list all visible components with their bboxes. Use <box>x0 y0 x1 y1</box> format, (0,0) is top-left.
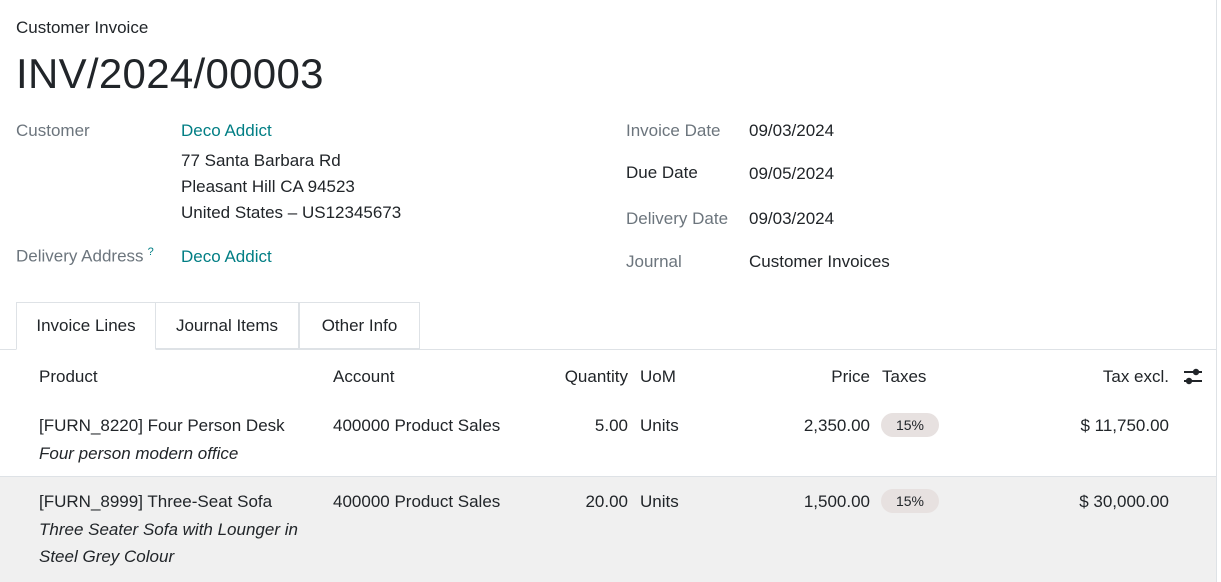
row1-price[interactable]: 2,350.00 <box>770 416 870 436</box>
column-header-price[interactable]: Price <box>770 367 870 387</box>
row1-uom[interactable]: Units <box>640 416 679 436</box>
delivery-date-label: Delivery Date <box>626 209 729 228</box>
delivery-address-label-text: Delivery Address <box>16 246 144 266</box>
due-date-field[interactable]: 09/05/2024 <box>749 164 834 184</box>
row2-account[interactable]: 400000 Product Sales <box>333 492 500 512</box>
row1-subtotal: $ 11,750.00 <box>1080 416 1169 435</box>
row2-product-link[interactable]: [FURN_8999] Three-Seat Sofa <box>39 492 272 512</box>
delivery-address-link[interactable]: Deco Addict <box>181 247 272 267</box>
row1-account[interactable]: 400000 Product Sales <box>333 416 500 436</box>
customer-label: Customer <box>16 121 90 140</box>
row2-uom[interactable]: Units <box>640 492 679 512</box>
help-tooltip-icon[interactable]: ? <box>148 246 154 258</box>
invoice-date-label: Invoice Date <box>626 121 721 140</box>
tabs-divider <box>0 349 1216 350</box>
row2-tax-badge[interactable]: 15% <box>881 489 939 513</box>
column-header-quantity[interactable]: Quantity <box>528 367 628 387</box>
column-header-tax-excl[interactable]: Tax excl. <box>1030 367 1169 387</box>
delivery-date-field[interactable]: 09/03/2024 <box>749 209 834 229</box>
customer-address-line3: United States – US12345673 <box>181 203 402 222</box>
delivery-address-label: Delivery Address? <box>16 246 154 267</box>
row1-product-link[interactable]: [FURN_8220] Four Person Desk <box>39 416 285 436</box>
due-date-label: Due Date <box>626 163 698 182</box>
row2-quantity[interactable]: 20.00 <box>528 492 628 512</box>
row1-tax-badge[interactable]: 15% <box>881 413 939 437</box>
tab-invoice-lines[interactable]: Invoice Lines <box>16 302 156 350</box>
form-right-border <box>1216 0 1217 582</box>
invoice-number-title: INV/2024/00003 <box>16 50 324 97</box>
invoice-date-field[interactable]: 09/03/2024 <box>749 121 834 141</box>
tab-other-info[interactable]: Other Info <box>299 302 420 349</box>
row1-quantity[interactable]: 5.00 <box>528 416 628 436</box>
row2-description: Three Seater Sofa with Lounger in Steel … <box>39 520 298 566</box>
journal-field[interactable]: Customer Invoices <box>749 252 890 272</box>
column-header-product[interactable]: Product <box>39 367 98 387</box>
column-header-account[interactable]: Account <box>333 367 394 387</box>
row2-price[interactable]: 1,500.00 <box>770 492 870 512</box>
tab-journal-items[interactable]: Journal Items <box>155 302 299 349</box>
row1-description: Four person modern office <box>39 444 239 463</box>
row2-subtotal: $ 30,000.00 <box>1079 492 1169 511</box>
column-header-uom[interactable]: UoM <box>640 367 676 387</box>
customer-address-line1: 77 Santa Barbara Rd <box>181 151 341 170</box>
customer-address-line2: Pleasant Hill CA 94523 <box>181 177 355 196</box>
column-header-taxes[interactable]: Taxes <box>882 367 926 387</box>
document-type-label: Customer Invoice <box>16 18 149 37</box>
journal-label: Journal <box>626 252 682 271</box>
customer-link[interactable]: Deco Addict <box>181 121 272 141</box>
sliders-icon[interactable] <box>1182 367 1204 387</box>
